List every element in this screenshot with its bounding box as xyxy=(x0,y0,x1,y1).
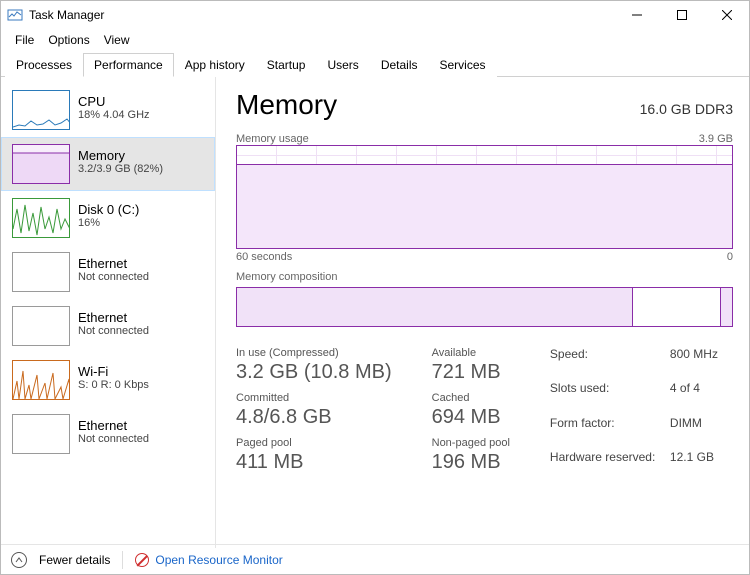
page-title: Memory xyxy=(236,89,337,121)
sidebar-item-sub: S: 0 R: 0 Kbps xyxy=(78,379,149,391)
tab-performance[interactable]: Performance xyxy=(83,53,174,77)
committed-label: Committed xyxy=(236,392,392,404)
sidebar-item-label: Wi-Fi xyxy=(78,364,149,379)
hw-label: Hardware reserved: xyxy=(550,450,670,480)
tab-startup[interactable]: Startup xyxy=(256,53,317,77)
sidebar-item-sub: 3.2/3.9 GB (82%) xyxy=(78,163,163,175)
tab-bar: Processes Performance App history Startu… xyxy=(1,53,749,77)
menubar: File Options View xyxy=(1,29,749,53)
memory-capacity: 16.0 GB DDR3 xyxy=(640,101,733,117)
slots-label: Slots used: xyxy=(550,381,670,411)
sidebar-item-label: Disk 0 (C:) xyxy=(78,202,139,217)
sidebar-item-label: Ethernet xyxy=(78,418,149,433)
menu-view[interactable]: View xyxy=(98,31,136,49)
form-label: Form factor: xyxy=(550,416,670,446)
tab-app-history[interactable]: App history xyxy=(174,53,256,77)
minimize-button[interactable] xyxy=(614,1,659,29)
sidebar-item-label: Ethernet xyxy=(78,310,149,325)
inuse-value: 3.2 GB (10.8 MB) xyxy=(236,361,392,384)
sidebar-item-ethernet-2[interactable]: Ethernet Not connected xyxy=(1,299,215,353)
disk-sparkline-icon xyxy=(12,198,70,238)
tab-details[interactable]: Details xyxy=(370,53,429,77)
cpu-sparkline-icon xyxy=(12,90,70,130)
sidebar-item-label: CPU xyxy=(78,94,150,109)
tab-services[interactable]: Services xyxy=(429,53,497,77)
close-button[interactable] xyxy=(704,1,749,29)
menu-file[interactable]: File xyxy=(9,31,40,49)
resource-monitor-icon xyxy=(135,553,149,567)
cached-label: Cached xyxy=(432,392,510,404)
composition-label: Memory composition xyxy=(236,271,733,283)
stats-col-2: Available 721 MB Cached 694 MB Non-paged… xyxy=(432,347,510,480)
nonpaged-value: 196 MB xyxy=(432,451,510,474)
sidebar: CPU 18% 4.04 GHz Memory 3.2/3.9 GB (82%)… xyxy=(1,77,216,548)
window-title: Task Manager xyxy=(29,8,104,22)
footer: Fewer details Open Resource Monitor xyxy=(1,544,749,574)
sidebar-item-sub: Not connected xyxy=(78,325,149,337)
sidebar-item-sub: Not connected xyxy=(78,271,149,283)
form-value: DIMM xyxy=(670,416,718,446)
stats-col-1: In use (Compressed) 3.2 GB (10.8 MB) Com… xyxy=(236,347,392,480)
sidebar-item-cpu[interactable]: CPU 18% 4.04 GHz xyxy=(1,83,215,137)
paged-label: Paged pool xyxy=(236,437,392,449)
slots-value: 4 of 4 xyxy=(670,381,718,411)
axis-left: 60 seconds xyxy=(236,251,292,263)
sidebar-item-wifi[interactable]: Wi-Fi S: 0 R: 0 Kbps xyxy=(1,353,215,407)
sidebar-item-label: Memory xyxy=(78,148,163,163)
tab-users[interactable]: Users xyxy=(316,53,369,77)
avail-value: 721 MB xyxy=(432,361,510,384)
nonpaged-label: Non-paged pool xyxy=(432,437,510,449)
memory-usage-chart xyxy=(236,145,733,249)
menu-options[interactable]: Options xyxy=(42,31,95,49)
memory-sparkline-icon xyxy=(12,144,70,184)
inuse-label: In use (Compressed) xyxy=(236,347,392,359)
chart-label-left: Memory usage xyxy=(236,133,309,145)
chart-label-right: 3.9 GB xyxy=(699,133,733,145)
axis-right: 0 xyxy=(727,251,733,263)
committed-value: 4.8/6.8 GB xyxy=(236,406,392,429)
sidebar-item-ethernet-3[interactable]: Ethernet Not connected xyxy=(1,407,215,461)
sidebar-item-sub: 18% 4.04 GHz xyxy=(78,109,150,121)
cached-value: 694 MB xyxy=(432,406,510,429)
tab-processes[interactable]: Processes xyxy=(5,53,83,77)
sidebar-item-memory[interactable]: Memory 3.2/3.9 GB (82%) xyxy=(1,137,215,191)
stats-kv: Speed: 800 MHz Slots used: 4 of 4 Form f… xyxy=(550,347,718,480)
ethernet-sparkline-icon xyxy=(12,306,70,346)
sidebar-item-label: Ethernet xyxy=(78,256,149,271)
sidebar-item-sub: 16% xyxy=(78,217,139,229)
wifi-sparkline-icon xyxy=(12,360,70,400)
chevron-up-icon[interactable] xyxy=(11,552,27,568)
hw-value: 12.1 GB xyxy=(670,450,718,480)
ethernet-sparkline-icon xyxy=(12,414,70,454)
maximize-button[interactable] xyxy=(659,1,704,29)
task-manager-icon xyxy=(7,7,23,23)
sidebar-item-ethernet-1[interactable]: Ethernet Not connected xyxy=(1,245,215,299)
speed-label: Speed: xyxy=(550,347,670,377)
separator xyxy=(122,551,123,569)
speed-value: 800 MHz xyxy=(670,347,718,377)
sidebar-item-sub: Not connected xyxy=(78,433,149,445)
titlebar: Task Manager xyxy=(1,1,749,29)
ethernet-sparkline-icon xyxy=(12,252,70,292)
avail-label: Available xyxy=(432,347,510,359)
main-pane: Memory 16.0 GB DDR3 Memory usage 3.9 GB … xyxy=(216,77,749,548)
open-resource-monitor-label: Open Resource Monitor xyxy=(155,553,282,567)
paged-value: 411 MB xyxy=(236,451,392,474)
sidebar-item-disk[interactable]: Disk 0 (C:) 16% xyxy=(1,191,215,245)
memory-composition-chart xyxy=(236,287,733,327)
fewer-details-link[interactable]: Fewer details xyxy=(39,553,110,567)
open-resource-monitor-link[interactable]: Open Resource Monitor xyxy=(135,553,282,567)
